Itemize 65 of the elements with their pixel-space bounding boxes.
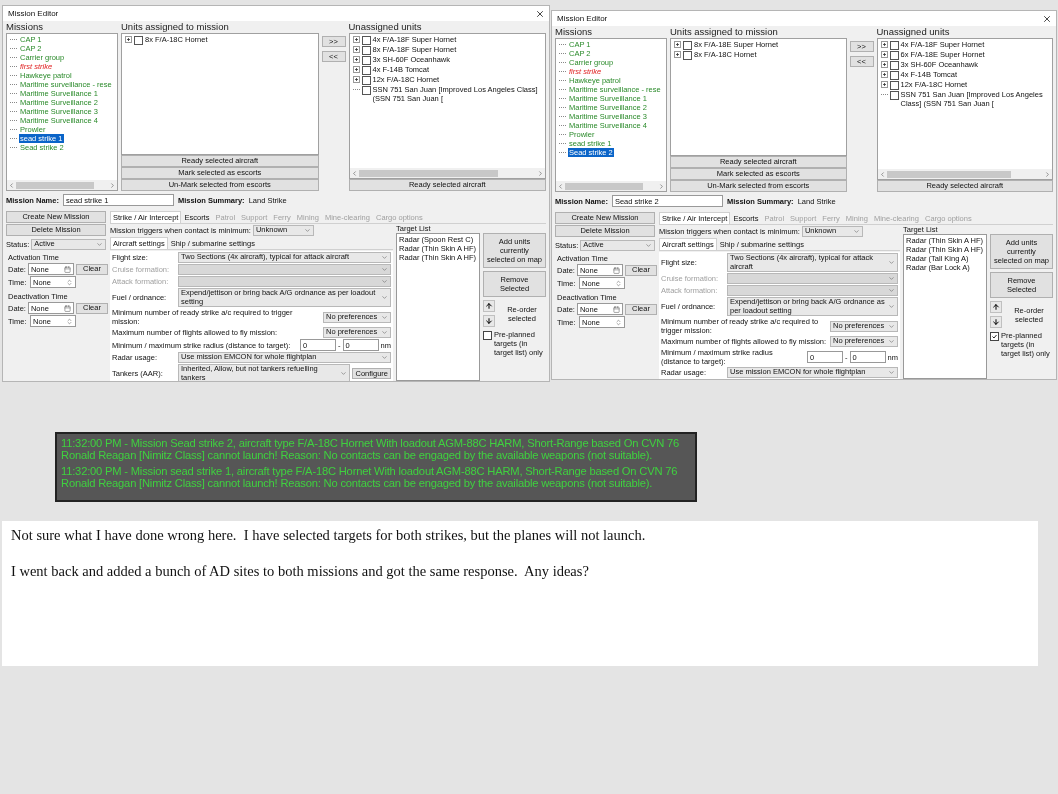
expand-icon[interactable] [352,46,360,53]
calendar-icon[interactable] [612,266,620,274]
expand-icon[interactable] [880,71,888,78]
log-message: 11:32:00 PM - Mission Sead strike 2, aircraft type F/A-18C Hornet With loadout AGM-88C HARM, Short-Range based On CVN 76 Ronald Reagan [Nimitz Class] cannot launch! Reason: No contacts can be engaged by the available weapons (not suitable). [61,437,681,461]
expand-icon[interactable] [880,41,888,48]
move-down-button[interactable] [990,316,1002,328]
checkbox[interactable] [483,331,492,340]
checkbox[interactable] [134,36,143,45]
dropdown-icon [888,259,895,266]
checkbox[interactable] [990,332,999,341]
checkbox[interactable] [361,46,371,55]
section-heading: Unassigned units [348,21,423,33]
checkbox[interactable] [361,56,371,65]
dropdown-icon [381,329,388,336]
checkbox[interactable] [889,61,899,70]
expand-icon[interactable] [674,41,681,48]
checkbox[interactable] [889,51,899,60]
checkbox[interactable] [683,41,692,50]
window-title: Mission Editor [8,9,59,18]
expand-icon[interactable] [352,76,360,83]
dropdown-icon [888,369,895,376]
expand-icon[interactable] [352,56,360,63]
window-title: Mission Editor [557,14,608,23]
dropdown-icon [303,226,311,234]
move-down-button[interactable] [483,315,495,327]
expand-icon[interactable] [880,51,888,58]
dropdown-icon [888,303,895,310]
expand-icon[interactable] [674,51,681,58]
close-icon[interactable] [535,8,545,19]
checkbox[interactable] [889,71,899,80]
expand-icon[interactable] [125,36,132,43]
section-heading: Missions [555,26,593,38]
expand-icon[interactable] [352,66,360,73]
dropdown-icon [96,241,103,248]
checkbox[interactable] [361,36,371,45]
dropdown-icon [888,338,895,345]
move-up-button[interactable] [990,301,1002,313]
section-heading: Units assigned to mission [121,21,230,33]
post-paragraph: I went back and added a bunch of AD sites to both missions and got the same response. Any ideas? [11,563,590,580]
expand-icon[interactable] [352,36,360,43]
calendar-icon[interactable] [612,305,620,313]
calendar-icon[interactable] [63,304,71,312]
checkbox[interactable] [683,51,692,60]
checkbox[interactable] [361,66,371,75]
checkmark-icon [992,334,997,339]
calendar-icon[interactable] [63,265,71,273]
post-paragraph: Not sure what I have done wrong here. I have selected targets for both strikes, but the planes will not launch. [11,527,647,544]
expand-icon[interactable] [880,61,888,68]
expand-icon[interactable] [880,81,888,88]
checkbox[interactable] [361,76,371,85]
close-icon[interactable] [1042,13,1052,24]
move-up-button[interactable] [483,300,495,312]
log-message: 11:32:00 PM - Mission sead strike 1, aircraft type F/A-18C Hornet With loadout AGM-88C HARM, Short-Range based On CVN 76 Ronald Reagan [Nimitz Class] cannot launch! Reason: No contacts can be engaged by the available weapons (not suitable). [61,465,679,489]
dropdown-icon [645,242,652,249]
section-heading: Missions [6,21,44,33]
checkbox[interactable] [889,81,899,90]
checkbox[interactable] [889,41,899,50]
dropdown-icon [340,370,348,377]
section-heading: Units assigned to mission [670,26,779,38]
checkbox[interactable] [361,86,371,95]
dropdown-icon [852,227,860,235]
dropdown-icon [381,294,388,301]
checkbox[interactable] [889,91,899,100]
dropdown-icon [381,354,388,361]
section-heading: Unassigned units [876,26,951,38]
